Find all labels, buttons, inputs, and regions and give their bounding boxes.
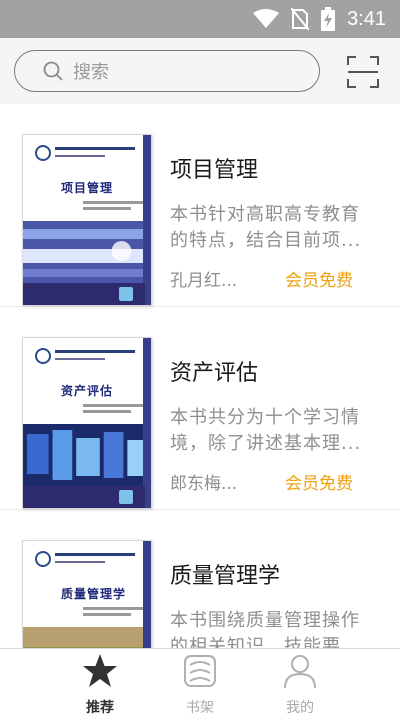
book-title: 质量管理学 <box>170 564 281 589</box>
search-placeholder: 搜索 <box>73 62 109 83</box>
list-item[interactable]: 资产评估 资产评估 本书共分为十个学习情境，除了讲述基本理... 郎东梅... … <box>0 307 400 510</box>
tab-label: 我的 <box>286 700 314 716</box>
person-icon <box>284 655 316 689</box>
status-time: 3:41 <box>347 7 386 30</box>
book-author: 孔月红... <box>170 271 238 291</box>
search-icon <box>43 61 63 81</box>
star-icon <box>83 654 117 687</box>
book-author: 郎东梅... <box>170 474 238 494</box>
top-bar: 搜索 <box>0 38 400 104</box>
cover-title: 资产评估 <box>61 384 114 398</box>
book-title: 项目管理 <box>170 158 259 183</box>
cover-title: 项目管理 <box>61 181 114 195</box>
emblem-icon <box>35 145 51 161</box>
tab-label: 推荐 <box>86 700 114 716</box>
price-badge: 会员免费 <box>285 474 353 494</box>
book-list: 项目管理 项目管理 本书针对高职高专教育的特点，结合目前项... 孔月红... … <box>0 104 400 648</box>
book-description: 本书针对高职高专教育的特点，结合目前项... <box>170 204 362 251</box>
tab-recommend[interactable]: 推荐 <box>50 649 150 721</box>
bookshelf-icon <box>184 655 216 687</box>
status-icons: 3:41 <box>253 0 386 38</box>
wifi-icon <box>253 9 280 28</box>
search-input[interactable]: 搜索 <box>14 50 320 92</box>
emblem-icon <box>35 551 51 567</box>
tab-profile[interactable]: 我的 <box>250 649 350 721</box>
bottom-tab-bar: 推荐 书架 我的 <box>0 648 400 720</box>
book-cover: 质量管理学 <box>22 540 152 648</box>
cover-title: 质量管理学 <box>61 587 127 601</box>
tab-bookshelf[interactable]: 书架 <box>150 649 250 721</box>
price-badge: 会员免费 <box>285 271 353 291</box>
book-description: 本书围绕质量管理操作的相关知识、技能要 <box>170 610 360 648</box>
emblem-icon <box>35 348 51 364</box>
scan-icon[interactable] <box>346 55 380 89</box>
book-description: 本书共分为十个学习情境，除了讲述基本理... <box>170 407 362 454</box>
book-cover: 资产评估 <box>22 337 152 509</box>
book-title: 资产评估 <box>170 361 259 386</box>
battery-icon <box>321 7 336 31</box>
list-item[interactable]: 质量管理学 质量管理学 本书围绕质量管理操作的相关知识、技能要 <box>0 510 400 648</box>
book-cover: 项目管理 <box>22 134 152 306</box>
no-sim-icon <box>291 8 310 30</box>
tab-label: 书架 <box>186 700 214 716</box>
status-bar: 3:41 <box>0 0 400 38</box>
list-item[interactable]: 项目管理 项目管理 本书针对高职高专教育的特点，结合目前项... 孔月红... … <box>0 104 400 307</box>
